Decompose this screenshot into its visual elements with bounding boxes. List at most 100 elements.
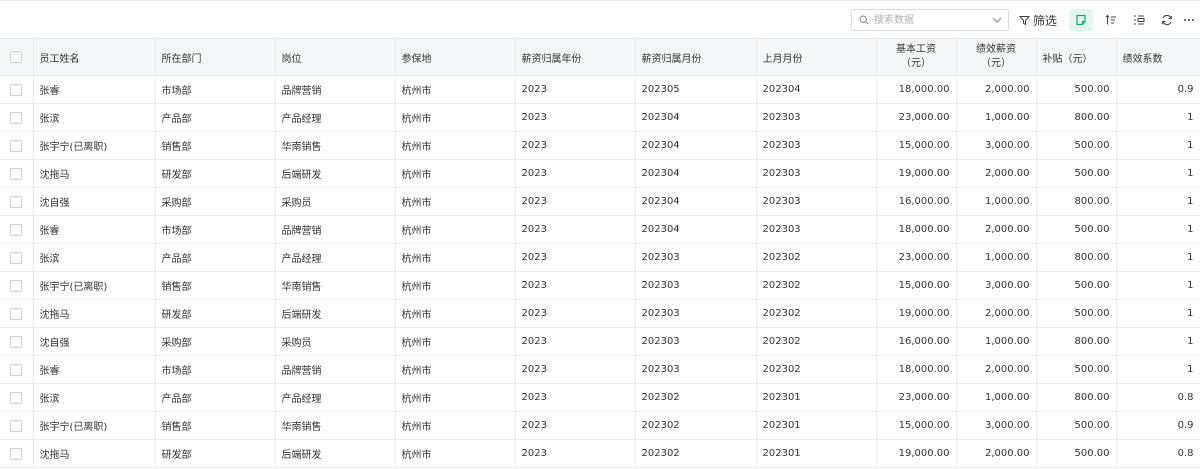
row-select-cell[interactable] <box>0 103 34 132</box>
row-checkbox[interactable] <box>10 139 23 152</box>
cell-city[interactable]: 杭州市 <box>395 103 516 132</box>
row-checkbox[interactable] <box>10 363 23 376</box>
row-checkbox[interactable] <box>10 447 23 460</box>
cell-name[interactable]: 张宇宁(已离职) <box>33 271 156 300</box>
cell-base-salary[interactable]: 19,000.00 <box>876 299 957 328</box>
cell-name[interactable]: 张宇宁(已离职) <box>33 411 156 440</box>
cell-name[interactable]: 沈自强 <box>33 187 156 216</box>
cell-month[interactable]: 202303 <box>635 327 757 356</box>
cell-perf-coef[interactable]: 1 <box>1116 299 1200 328</box>
cell-subsidy[interactable]: 500.00 <box>1036 159 1117 188</box>
cell-month[interactable]: 202304 <box>635 187 757 216</box>
sort-button[interactable] <box>1099 9 1123 31</box>
cell-perf-salary[interactable]: 2,000.00 <box>956 75 1037 104</box>
cell-prev-month[interactable]: 202302 <box>756 243 877 272</box>
table-row[interactable]: 沈拖马 研发部 后端研发 杭州市 2023 202304 202303 19,000.00 2,… <box>0 159 1200 188</box>
col-header-name[interactable]: 员工姓名 <box>33 38 156 76</box>
cell-post[interactable]: 后端研发 <box>275 439 396 468</box>
search-box[interactable] <box>851 9 1009 31</box>
cell-month[interactable]: 202304 <box>635 131 757 160</box>
cell-perf-salary[interactable]: 1,000.00 <box>956 103 1037 132</box>
cell-subsidy[interactable]: 500.00 <box>1036 131 1117 160</box>
cell-post[interactable]: 华南销售 <box>275 411 396 440</box>
cell-base-salary[interactable]: 15,000.00 <box>876 271 957 300</box>
cell-perf-salary[interactable]: 3,000.00 <box>956 411 1037 440</box>
cell-year[interactable]: 2023 <box>515 243 636 272</box>
cell-month[interactable]: 202302 <box>635 439 757 468</box>
cell-prev-month[interactable]: 202303 <box>756 159 877 188</box>
cell-subsidy[interactable]: 500.00 <box>1036 355 1117 384</box>
cell-base-salary[interactable]: 15,000.00 <box>876 131 957 160</box>
cell-base-salary[interactable]: 23,000.00 <box>876 383 957 412</box>
cell-dept[interactable]: 采购部 <box>155 327 276 356</box>
cell-perf-salary[interactable]: 1,000.00 <box>956 327 1037 356</box>
cell-subsidy[interactable]: 800.00 <box>1036 103 1117 132</box>
cell-city[interactable]: 杭州市 <box>395 327 516 356</box>
cell-year[interactable]: 2023 <box>515 131 636 160</box>
cell-city[interactable]: 杭州市 <box>395 439 516 468</box>
cell-city[interactable]: 杭州市 <box>395 131 516 160</box>
cell-name[interactable]: 张睿 <box>33 75 156 104</box>
cell-subsidy[interactable]: 800.00 <box>1036 187 1117 216</box>
cell-year[interactable]: 2023 <box>515 271 636 300</box>
cell-dept[interactable]: 市场部 <box>155 355 276 384</box>
cell-prev-month[interactable]: 202302 <box>756 299 877 328</box>
cell-city[interactable]: 杭州市 <box>395 411 516 440</box>
table-row[interactable]: 张滨 产品部 产品经理 杭州市 2023 202303 202302 23,000.00 1,0… <box>0 243 1200 272</box>
note-view-button[interactable] <box>1069 9 1093 31</box>
cell-subsidy[interactable]: 500.00 <box>1036 439 1117 468</box>
col-header-dept[interactable]: 所在部门 <box>155 38 276 76</box>
cell-year[interactable]: 2023 <box>515 187 636 216</box>
row-select-cell[interactable] <box>0 131 34 160</box>
cell-subsidy[interactable]: 500.00 <box>1036 215 1117 244</box>
row-select-cell[interactable] <box>0 383 34 412</box>
cell-dept[interactable]: 市场部 <box>155 215 276 244</box>
cell-subsidy[interactable]: 800.00 <box>1036 243 1117 272</box>
cell-year[interactable]: 2023 <box>515 439 636 468</box>
cell-subsidy[interactable]: 800.00 <box>1036 327 1117 356</box>
col-header-year[interactable]: 薪资归属年份 <box>515 38 636 76</box>
col-header-subsidy[interactable]: 补贴（元） <box>1036 38 1117 76</box>
cell-dept[interactable]: 研发部 <box>155 299 276 328</box>
cell-subsidy[interactable]: 500.00 <box>1036 299 1117 328</box>
cell-perf-salary[interactable]: 3,000.00 <box>956 131 1037 160</box>
cell-month[interactable]: 202303 <box>635 271 757 300</box>
cell-city[interactable]: 杭州市 <box>395 271 516 300</box>
cell-post[interactable]: 华南销售 <box>275 131 396 160</box>
cell-subsidy[interactable]: 500.00 <box>1036 411 1117 440</box>
refresh-button[interactable] <box>1155 9 1179 31</box>
cell-prev-month[interactable]: 202304 <box>756 75 877 104</box>
table-row[interactable]: 张睿 市场部 品牌营销 杭州市 2023 202304 202303 18,000.00 2,0… <box>0 215 1200 244</box>
cell-perf-coef[interactable]: 0.8 <box>1116 439 1200 468</box>
cell-perf-coef[interactable]: 0.9 <box>1116 75 1200 104</box>
cell-perf-salary[interactable]: 1,000.00 <box>956 243 1037 272</box>
col-header-post[interactable]: 岗位 <box>275 38 396 76</box>
cell-month[interactable]: 202304 <box>635 215 757 244</box>
row-select-cell[interactable] <box>0 187 34 216</box>
cell-city[interactable]: 杭州市 <box>395 243 516 272</box>
cell-month[interactable]: 202304 <box>635 103 757 132</box>
cell-base-salary[interactable]: 19,000.00 <box>876 159 957 188</box>
cell-month[interactable]: 202303 <box>635 355 757 384</box>
cell-prev-month[interactable]: 202303 <box>756 215 877 244</box>
row-checkbox[interactable] <box>10 307 23 320</box>
cell-post[interactable]: 后端研发 <box>275 299 396 328</box>
col-header-perf-coef[interactable]: 绩效系数 <box>1116 38 1200 76</box>
cell-year[interactable]: 2023 <box>515 355 636 384</box>
cell-post[interactable]: 品牌营销 <box>275 75 396 104</box>
cell-dept[interactable]: 产品部 <box>155 103 276 132</box>
cell-base-salary[interactable]: 18,000.00 <box>876 355 957 384</box>
cell-post[interactable]: 品牌营销 <box>275 215 396 244</box>
cell-perf-coef[interactable]: 0.9 <box>1116 411 1200 440</box>
cell-name[interactable]: 沈拖马 <box>33 159 156 188</box>
group-button[interactable] <box>1127 9 1151 31</box>
cell-base-salary[interactable]: 18,000.00 <box>876 75 957 104</box>
filter-button[interactable]: 筛选 <box>1019 9 1063 31</box>
cell-post[interactable]: 采购员 <box>275 187 396 216</box>
cell-city[interactable]: 杭州市 <box>395 187 516 216</box>
cell-name[interactable]: 张滨 <box>33 103 156 132</box>
cell-name[interactable]: 张滨 <box>33 243 156 272</box>
cell-perf-salary[interactable]: 2,000.00 <box>956 299 1037 328</box>
cell-city[interactable]: 杭州市 <box>395 383 516 412</box>
chevron-down-icon[interactable] <box>992 16 1002 24</box>
